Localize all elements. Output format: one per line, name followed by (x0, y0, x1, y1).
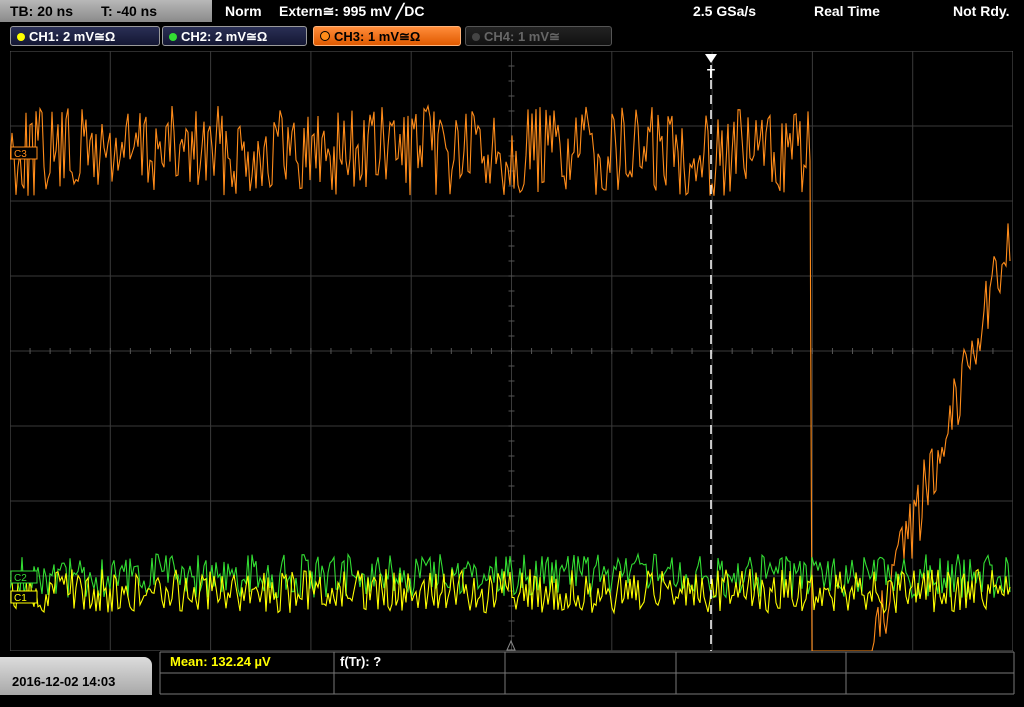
channel-4-button[interactable]: CH4: 1 mV≅ (465, 26, 612, 46)
top-status-bar: TB: 20 ns T: -40 ns Norm Extern≅: 995 mV… (0, 0, 1024, 24)
trigger-offset-label: T: -40 ns (101, 3, 158, 19)
waveform-display[interactable]: T C3 C2 C1 (10, 51, 1013, 651)
ch2-marker-label: C2 (14, 573, 27, 584)
trigger-mode[interactable]: Norm (225, 0, 262, 22)
measurement-rise-freq[interactable]: f(Tr): ? (340, 651, 381, 673)
trigger-marker-label: T (707, 66, 715, 81)
timebase-label: TB: 20 ns (10, 3, 74, 19)
channel-4-label: CH4: 1 mV≅ (484, 29, 560, 44)
channel-1-button[interactable]: CH1: 2 mV≅Ω (10, 26, 160, 46)
ready-status: Not Rdy. (953, 3, 1010, 19)
date-time: 2016-12-02 14:03 (0, 657, 152, 695)
trigger-source[interactable]: Extern≅: 995 mV ╱DC (279, 0, 424, 22)
ch2-dot-icon (169, 33, 177, 41)
ch1-marker-label: C1 (14, 593, 27, 604)
channel-2-label: CH2: 2 mV≅Ω (181, 29, 268, 44)
ch3-dot-icon (320, 31, 330, 41)
measurement-mean[interactable]: Mean: 132.24 µV (170, 651, 271, 673)
ch1-dot-icon (17, 33, 25, 41)
timebase-box[interactable]: TB: 20 ns T: -40 ns (0, 0, 212, 22)
bottom-bar (0, 651, 1024, 695)
channel-1-label: CH1: 2 mV≅Ω (29, 29, 116, 44)
channel-3-button[interactable]: CH3: 1 mV≅Ω (313, 26, 461, 46)
measurement-table-lines (159, 651, 1015, 695)
channel-bar: CH1: 2 mV≅Ω CH2: 2 mV≅Ω CH3: 1 mV≅Ω CH4:… (0, 26, 1024, 48)
sample-rate: 2.5 GSa/s (693, 3, 757, 19)
ch4-dot-icon (472, 33, 480, 41)
channel-3-label: CH3: 1 mV≅Ω (334, 29, 421, 44)
ch3-marker-label: C3 (14, 149, 27, 160)
channel-2-button[interactable]: CH2: 2 mV≅Ω (162, 26, 307, 46)
waveform-canvas[interactable]: T C3 C2 C1 (10, 51, 1013, 651)
acquisition-mode: Real Time (814, 3, 880, 19)
